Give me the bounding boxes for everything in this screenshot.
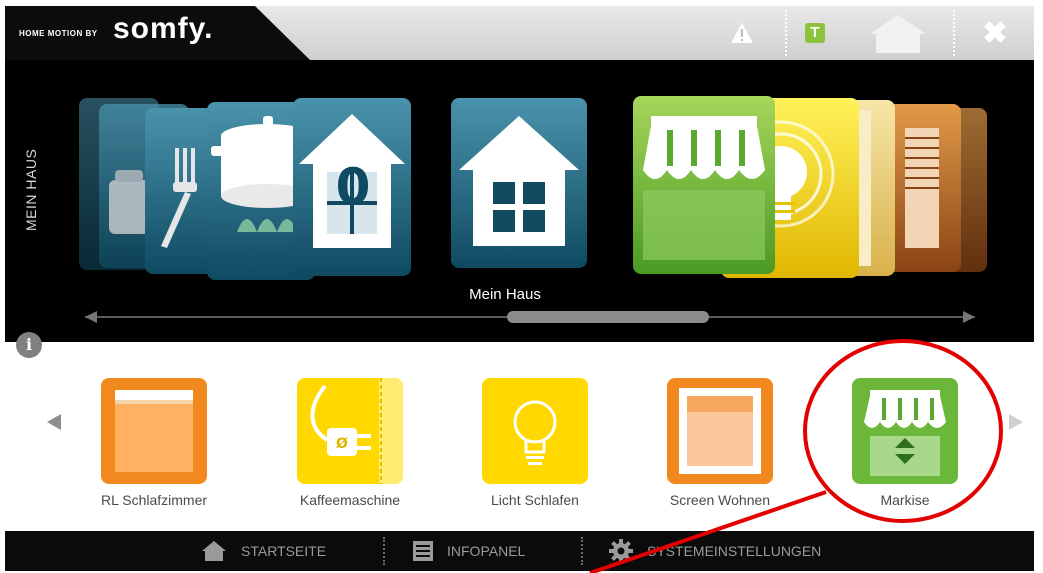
device-licht-schlafen[interactable]: Licht Schlafen bbox=[460, 378, 610, 518]
carousel-scroll-left-arrow[interactable] bbox=[85, 311, 97, 323]
screen-icon bbox=[667, 378, 773, 484]
carousel-scrollbar-thumb[interactable] bbox=[507, 311, 709, 323]
awning-icon bbox=[852, 378, 958, 484]
device-scroll-right-arrow[interactable] bbox=[1009, 414, 1023, 430]
list-icon bbox=[413, 541, 433, 561]
house-counter-value: 0 bbox=[335, 158, 371, 216]
somfy-app-window: HOME MOTION BY somfy. T ✖ MEIN HAUS 0 Me… bbox=[5, 6, 1034, 571]
device-markise[interactable]: Markise bbox=[830, 378, 980, 518]
close-icon[interactable]: ✖ bbox=[970, 6, 1020, 60]
plug-icon: Ø bbox=[297, 378, 403, 484]
gear-icon bbox=[609, 539, 633, 563]
nav-startseite[interactable]: STARTSEITE bbox=[201, 531, 326, 571]
device-scroll-left-arrow[interactable] bbox=[47, 414, 61, 430]
room-card-house-counter[interactable]: 0 bbox=[293, 98, 411, 276]
device-label: Screen Wohnen bbox=[669, 492, 771, 508]
device-screen-wohnen[interactable]: Screen Wohnen bbox=[645, 378, 795, 518]
nav-divider bbox=[581, 537, 583, 565]
bottom-nav-bar: STARTSEITE INFOPANEL SYSTEMEINSTELLUNGEN bbox=[5, 531, 1034, 571]
svg-text:Ø: Ø bbox=[336, 436, 348, 452]
device-label: Markise bbox=[880, 492, 930, 508]
device-label: RL Schlafzimmer bbox=[100, 492, 208, 508]
device-label: Licht Schlafen bbox=[491, 492, 579, 508]
brand-wordmark: somfy. bbox=[113, 12, 214, 45]
warning-icon[interactable] bbox=[717, 6, 767, 60]
room-card-awning[interactable] bbox=[633, 96, 775, 274]
t-box-letter: T bbox=[805, 23, 825, 43]
room-carousel[interactable]: MEIN HAUS 0 Mein Haus bbox=[5, 60, 1034, 342]
room-card-mein-haus[interactable] bbox=[451, 98, 587, 268]
brand-logo: HOME MOTION BY somfy. bbox=[5, 6, 310, 60]
nav-infopanel[interactable]: INFOPANEL bbox=[413, 531, 525, 571]
device-kaffeemaschine[interactable]: Ø Kaffeemaschine bbox=[275, 378, 425, 518]
carousel-scroll-right-arrow[interactable] bbox=[963, 311, 975, 323]
carousel-side-label: MEIN HAUS bbox=[23, 148, 39, 232]
close-glyph: ✖ bbox=[982, 16, 1008, 50]
brand-tagline: HOME MOTION BY bbox=[19, 29, 98, 38]
topbar-divider bbox=[953, 10, 955, 56]
nav-startseite-label: STARTSEITE bbox=[241, 543, 327, 559]
bulb-icon bbox=[482, 378, 588, 484]
nav-infopanel-label: INFOPANEL bbox=[447, 543, 526, 559]
topbar-divider bbox=[785, 10, 787, 56]
device-rl-schlafzimmer[interactable]: RL Schlafzimmer bbox=[79, 378, 229, 518]
device-label: Kaffeemaschine bbox=[299, 492, 401, 508]
info-icon[interactable]: i bbox=[16, 332, 42, 358]
nav-divider bbox=[383, 537, 385, 565]
house-icon[interactable] bbox=[863, 6, 933, 60]
nav-systemeinstellungen[interactable]: SYSTEMEINSTELLUNGEN bbox=[609, 531, 821, 571]
nav-systemeinstellungen-label: SYSTEMEINSTELLUNGEN bbox=[647, 543, 822, 559]
top-bar: HOME MOTION BY somfy. T ✖ bbox=[5, 6, 1034, 60]
shutter-icon bbox=[101, 378, 207, 484]
home-icon bbox=[201, 540, 227, 562]
t-box-icon[interactable]: T bbox=[800, 6, 830, 60]
carousel-current-label: Mein Haus bbox=[469, 286, 541, 303]
